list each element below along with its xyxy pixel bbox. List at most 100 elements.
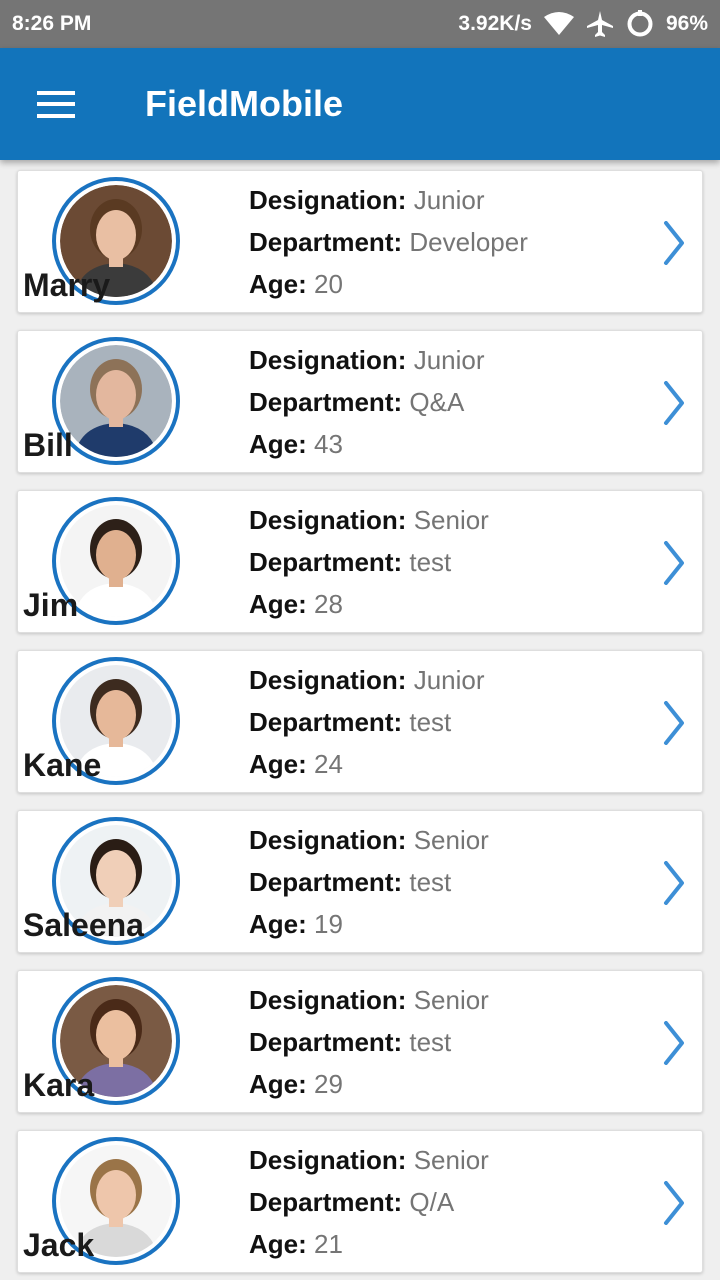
age-label: Age:: [249, 749, 307, 779]
portrait-photo: [60, 345, 172, 457]
designation-row: Designation: Senior: [249, 499, 489, 541]
employee-info: Designation: Senior Department: test Age: …: [249, 979, 489, 1105]
battery-level: 96%: [665, 12, 708, 35]
designation-value: Junior: [413, 185, 485, 215]
designation-label: Designation:: [249, 985, 407, 1015]
department-label: Department:: [249, 1027, 403, 1057]
designation-label: Designation:: [249, 1145, 407, 1175]
designation-row: Designation: Senior: [249, 979, 489, 1021]
status-icons: 3.92K/s 96%: [458, 10, 708, 38]
age-value: 24: [314, 749, 343, 779]
designation-row: Designation: Senior: [249, 819, 489, 861]
department-label: Department:: [249, 867, 403, 897]
designation-row: Designation: Junior: [249, 179, 528, 221]
employee-card[interactable]: Marry Designation: Junior Department: Deve…: [17, 170, 703, 313]
menu-button[interactable]: [0, 48, 112, 160]
department-row: Department: Developer: [249, 221, 528, 263]
age-row: Age: 28: [249, 583, 489, 625]
designation-value: Senior: [413, 825, 489, 855]
department-label: Department:: [249, 1187, 403, 1217]
age-row: Age: 29: [249, 1063, 489, 1105]
employee-name: Kane: [23, 747, 102, 783]
employee-info: Designation: Junior Department: Developer…: [249, 179, 528, 305]
designation-value: Junior: [413, 665, 485, 695]
designation-label: Designation:: [249, 345, 407, 375]
age-label: Age:: [249, 909, 307, 939]
chevron-right-icon[interactable]: [662, 381, 686, 425]
employee-card[interactable]: Bill Designation: Junior Department: Q&A Ag…: [17, 330, 703, 473]
employee-info: Designation: Senior Department: test Age: …: [249, 499, 489, 625]
app-bar: FieldMobile: [0, 48, 720, 160]
department-row: Department: Q&A: [249, 381, 485, 423]
department-label: Department:: [249, 227, 403, 257]
employee-info: Designation: Junior Department: test Age: …: [249, 659, 485, 785]
designation-label: Designation:: [249, 825, 407, 855]
employee-name: Jack: [23, 1227, 95, 1263]
employee-info: Designation: Junior Department: Q&A Age: 4…: [249, 339, 485, 465]
designation-label: Designation:: [249, 185, 407, 215]
employee-name: Kara: [23, 1067, 95, 1103]
department-label: Department:: [249, 547, 403, 577]
hamburger-menu-icon: [36, 90, 75, 118]
age-row: Age: 43: [249, 423, 485, 465]
chevron-right-icon[interactable]: [662, 541, 686, 585]
designation-row: Designation: Junior: [249, 339, 485, 381]
wifi-icon: [543, 12, 574, 36]
age-value: 20: [314, 269, 343, 299]
employee-card[interactable]: Jack Designation: Senior Department: Q/A Ag…: [17, 1130, 703, 1273]
chevron-right-icon[interactable]: [662, 701, 686, 745]
employee-info: Designation: Senior Department: Q/A Age: 2…: [249, 1139, 489, 1265]
department-value: test: [409, 707, 452, 737]
age-value: 29: [314, 1069, 343, 1099]
chevron-right-icon[interactable]: [662, 221, 686, 265]
department-value: Q/A: [409, 1187, 455, 1217]
age-label: Age:: [249, 1069, 307, 1099]
designation-label: Designation:: [249, 665, 407, 695]
age-value: 19: [314, 909, 343, 939]
designation-value: Senior: [413, 1145, 489, 1175]
network-speed: 3.92K/s: [458, 12, 532, 35]
employee-card[interactable]: Kara Designation: Senior Department: test A…: [17, 970, 703, 1113]
age-value: 21: [314, 1229, 343, 1259]
employee-name: Jim: [23, 587, 79, 623]
age-value: 43: [314, 429, 343, 459]
employee-card[interactable]: Saleena Designation: Senior Department: te…: [17, 810, 703, 953]
age-row: Age: 19: [249, 903, 489, 945]
employee-name: Marry: [23, 267, 111, 303]
designation-label: Designation:: [249, 505, 407, 535]
designation-row: Designation: Junior: [249, 659, 485, 701]
app-title: FieldMobile: [145, 83, 343, 124]
age-value: 28: [314, 589, 343, 619]
age-row: Age: 21: [249, 1223, 489, 1265]
department-value: test: [409, 1027, 452, 1057]
department-row: Department: test: [249, 861, 489, 903]
department-row: Department: test: [249, 701, 485, 743]
department-row: Department: test: [249, 1021, 489, 1063]
designation-value: Senior: [413, 985, 489, 1015]
department-label: Department:: [249, 387, 403, 417]
department-row: Department: test: [249, 541, 489, 583]
sync-icon: [626, 10, 654, 38]
age-label: Age:: [249, 429, 307, 459]
department-value: test: [409, 867, 452, 897]
department-value: Q&A: [409, 387, 465, 417]
designation-value: Senior: [413, 505, 489, 535]
employee-info: Designation: Senior Department: test Age: …: [249, 819, 489, 945]
chevron-right-icon[interactable]: [662, 1181, 686, 1225]
age-label: Age:: [249, 589, 307, 619]
airplane-icon: [586, 10, 614, 38]
department-row: Department: Q/A: [249, 1181, 489, 1223]
age-label: Age:: [249, 1229, 307, 1259]
chevron-right-icon[interactable]: [662, 1021, 686, 1065]
employee-card[interactable]: Kane Designation: Junior Department: test A…: [17, 650, 703, 793]
status-time: 8:26 PM: [12, 12, 92, 35]
employee-name: Bill: [23, 427, 73, 463]
department-label: Department:: [249, 707, 403, 737]
chevron-right-icon[interactable]: [662, 861, 686, 905]
employee-card[interactable]: Jim Designation: Senior Department: test Ag…: [17, 490, 703, 633]
designation-row: Designation: Senior: [249, 1139, 489, 1181]
department-value: test: [409, 547, 452, 577]
department-value: Developer: [409, 227, 528, 257]
age-row: Age: 24: [249, 743, 485, 785]
designation-value: Junior: [413, 345, 485, 375]
